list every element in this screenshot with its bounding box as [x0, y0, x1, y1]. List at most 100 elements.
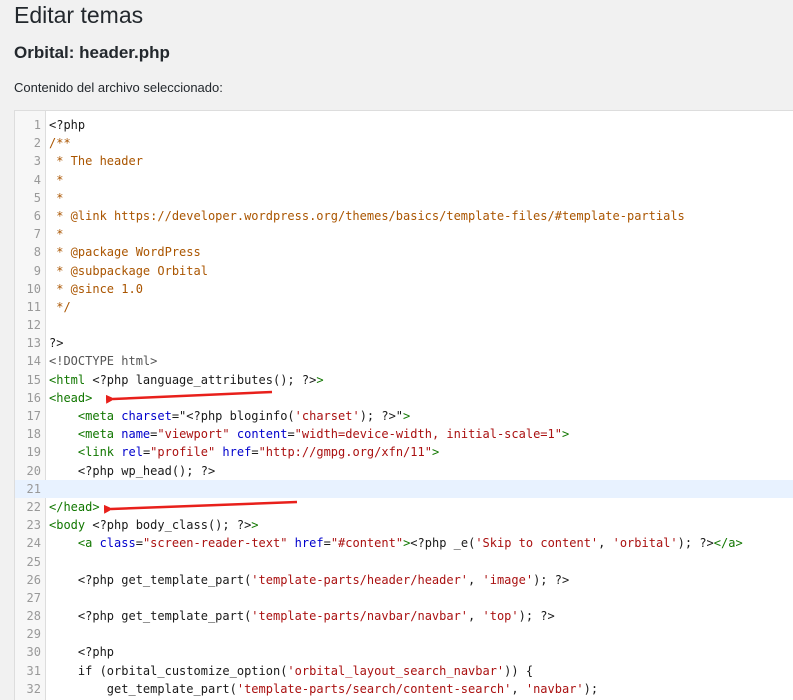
code-line[interactable]: 12 — [15, 316, 793, 334]
code-token: * — [49, 172, 64, 187]
code-token: = — [251, 445, 259, 460]
line-number: 12 — [26, 318, 41, 333]
code-token: 'orbital' — [612, 536, 678, 551]
code-lines[interactable]: 1 <?php 2/** 3 * The header 4 * 5 * 6 * @link … — [15, 116, 793, 698]
code-token: 'image' — [482, 572, 534, 587]
code-token: * @subpackage Orbital — [49, 263, 208, 278]
page-title: Editar temas — [14, 2, 144, 28]
code-token: ); ?> — [677, 536, 714, 551]
code-token: <meta — [77, 409, 115, 423]
line-number: 13 — [26, 336, 41, 351]
line-number: 5 — [33, 190, 41, 205]
code-line[interactable]: 8 * @package WordPress — [15, 243, 793, 261]
code-text: * — [49, 225, 63, 243]
code-token: 'orbital_layout_search_navbar' — [287, 663, 505, 678]
code-text: * @link https://developer.wordpress.org/… — [49, 207, 685, 225]
code-token: "width=device-width, initial-scale=1" — [294, 427, 562, 442]
code-line[interactable]: 17 <meta charset="<?php bloginfo('charse… — [15, 407, 793, 425]
code-token: <?php — [49, 645, 115, 660]
content-label: Contenido del archivo seleccionado: — [14, 80, 223, 95]
code-line[interactable]: 22 </head> — [15, 498, 793, 516]
code-line[interactable]: 21 — [15, 479, 793, 498]
code-token: class — [92, 536, 136, 551]
code-line[interactable]: 4 * — [15, 171, 793, 189]
code-line[interactable]: 18 <meta name="viewport" content="width=… — [15, 425, 793, 443]
code-line[interactable]: 31 if (orbital_customize_option('orbital… — [15, 662, 793, 680]
code-token: = — [287, 427, 295, 442]
code-line[interactable]: 32 get_template_part('template-parts/sea… — [15, 680, 793, 698]
code-token: 'navbar' — [525, 681, 584, 696]
code-line[interactable]: 25 — [15, 553, 793, 571]
code-token: 'Skip to content' — [475, 536, 599, 551]
code-line[interactable]: 14 <!DOCTYPE html> — [15, 352, 793, 370]
code-text: * @subpackage Orbital — [49, 262, 208, 280]
code-line[interactable]: 16 <head> — [15, 389, 793, 407]
code-line[interactable]: 6 * @link https://developer.wordpress.or… — [15, 207, 793, 225]
code-token: </a> — [713, 536, 743, 551]
code-text: * — [49, 189, 63, 207]
code-token: rel — [114, 445, 143, 460]
line-number: 25 — [26, 554, 41, 569]
line-number: 7 — [33, 227, 41, 242]
code-token: > — [561, 427, 570, 442]
code-line[interactable]: 7 * — [15, 225, 793, 243]
code-line[interactable]: 29 — [15, 625, 793, 643]
line-number: 22 — [26, 499, 41, 514]
code-text: */ — [49, 298, 70, 316]
code-token: = — [323, 536, 331, 551]
code-text: * — [49, 171, 63, 189]
code-line[interactable]: 26 <?php get_template_part('template-par… — [15, 571, 793, 589]
code-line[interactable]: 28 <?php get_template_part('template-par… — [15, 607, 793, 625]
code-editor[interactable]: 1 <?php 2/** 3 * The header 4 * 5 * 6 * @link … — [14, 110, 793, 700]
code-text: <?php — [49, 116, 85, 134]
line-number: 30 — [26, 645, 41, 660]
code-line[interactable]: 15 <html <?php language_attributes(); ?>> — [15, 371, 793, 389]
line-number: 23 — [26, 518, 41, 533]
code-token: , — [511, 681, 526, 696]
code-line[interactable]: 3 * The header — [15, 152, 793, 170]
code-token: "viewport" — [157, 427, 230, 442]
code-token: = — [135, 536, 143, 551]
code-text: <html <?php language_attributes(); ?>> — [49, 371, 324, 389]
code-token: * @since 1.0 — [49, 281, 143, 296]
line-number: 26 — [26, 572, 41, 587]
code-token: 'top' — [482, 609, 519, 624]
line-number: 29 — [26, 627, 41, 642]
code-token: charset — [114, 409, 172, 423]
code-line[interactable]: 24 <a class="screen-reader-text" href="#… — [15, 534, 793, 552]
code-line[interactable]: 9 * @subpackage Orbital — [15, 262, 793, 280]
code-token: <link — [77, 445, 115, 460]
line-number: 9 — [33, 263, 41, 278]
code-text: * @package WordPress — [49, 243, 201, 261]
code-token: * — [49, 227, 64, 242]
code-token: name — [114, 427, 151, 442]
code-line[interactable]: 11 */ — [15, 298, 793, 316]
line-number: 1 — [33, 118, 41, 132]
code-text: <link rel="profile" href="http://gmpg.or… — [49, 443, 439, 461]
code-token: "http://gmpg.org/xfn/11" — [258, 445, 432, 460]
code-line[interactable]: 13 ?> — [15, 334, 793, 352]
code-token: * @package WordPress — [49, 245, 201, 260]
code-line[interactable]: 19 <link rel="profile" href="http://gmpg… — [15, 443, 793, 461]
code-line[interactable]: 23 <body <?php body_class(); ?>> — [15, 516, 793, 534]
line-number: 3 — [33, 154, 41, 169]
code-line[interactable]: 1 <?php — [15, 116, 793, 134]
line-number: 8 — [33, 245, 41, 260]
code-line[interactable]: 5 * — [15, 189, 793, 207]
code-token: /** — [49, 136, 71, 151]
code-token: ); — [583, 681, 599, 696]
code-line[interactable]: 10 * @since 1.0 — [15, 280, 793, 298]
line-number: 14 — [26, 354, 41, 369]
code-text: </head> — [49, 498, 100, 516]
code-token: , — [468, 572, 483, 587]
code-line[interactable]: 20 <?php wp_head(); ?> — [15, 462, 793, 480]
code-token: "screen-reader-text" — [142, 536, 288, 551]
line-number: 19 — [26, 445, 41, 460]
code-line[interactable]: 2 /** — [15, 134, 793, 152]
code-text: <body <?php body_class(); ?>> — [49, 516, 259, 534]
code-line[interactable]: 27 — [15, 589, 793, 607]
code-token: "#content" — [330, 536, 404, 551]
code-line[interactable]: 30 <?php — [15, 643, 793, 661]
code-token: <?php language_attributes(); ?> — [85, 372, 317, 387]
